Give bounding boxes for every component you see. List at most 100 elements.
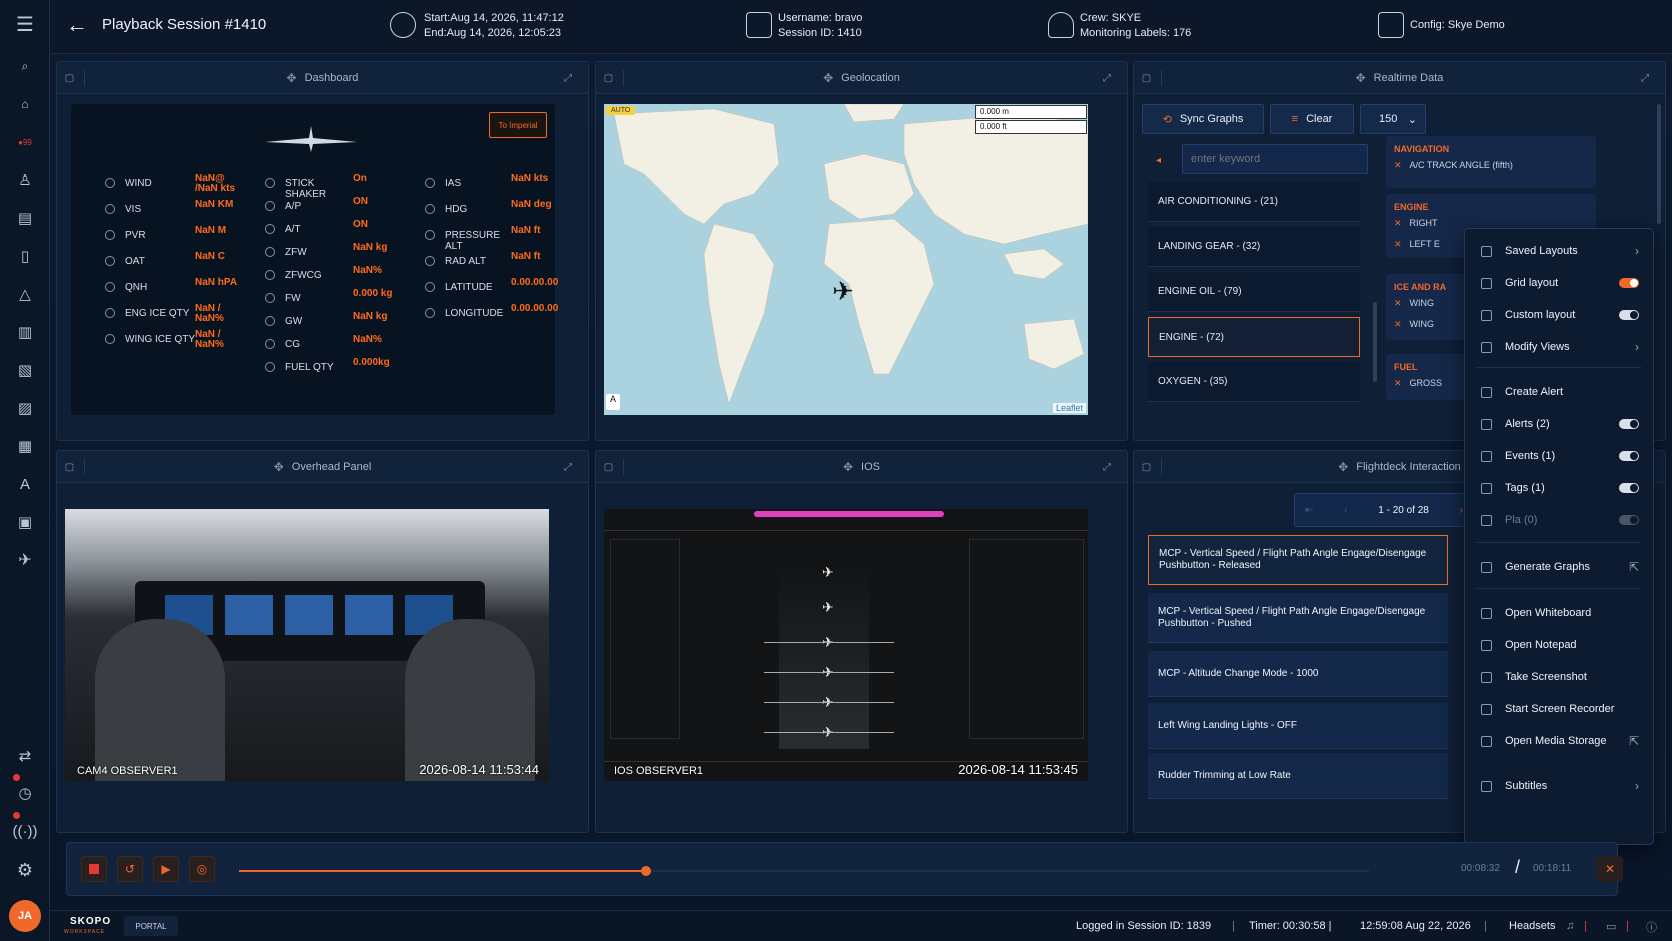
crew-icon[interactable]: ♙ <box>0 165 50 195</box>
alert-icon[interactable]: △ <box>0 279 50 309</box>
toggle-switch[interactable] <box>1619 483 1639 493</box>
rewind-button[interactable]: ↺ <box>117 856 143 882</box>
map-attribution[interactable]: Leaflet <box>1052 403 1086 413</box>
world-map[interactable]: ✈ AUTO 0.000 m 0.000 ft A Leaflet <box>604 104 1088 415</box>
category-item[interactable]: OXYGEN - (35) <box>1148 362 1360 402</box>
flightdeck-event-item[interactable]: Rudder Trimming at Low Rate <box>1148 753 1448 799</box>
remove-parameter-icon[interactable]: ✕ <box>1394 378 1402 388</box>
parameter-item[interactable]: ✕ GROSS <box>1394 378 1442 389</box>
grid-image-icon[interactable]: ▦ <box>0 431 50 461</box>
category-item[interactable]: ENGINE OIL - (79) <box>1148 272 1360 312</box>
record-button[interactable]: ◎ <box>189 856 215 882</box>
drag-handle-icon[interactable]: ✥ <box>823 71 833 85</box>
menu-item[interactable]: Create Alert <box>1465 378 1653 406</box>
report-icon[interactable]: ▥ <box>0 317 50 347</box>
menu-item[interactable]: Generate Graphs ⇱ <box>1465 553 1653 581</box>
menu-item[interactable]: Tags (1) <box>1465 474 1653 502</box>
clipboard-icon[interactable]: ▯ <box>0 241 50 271</box>
toggle-switch[interactable] <box>1619 278 1639 288</box>
to-imperial-button[interactable]: To Imperial <box>489 112 547 138</box>
panel-pin-icon[interactable]: ▢ <box>604 70 624 86</box>
flightdeck-event-item[interactable]: Left Wing Landing Lights - OFF <box>1148 703 1448 749</box>
panel-pin-icon[interactable]: ▢ <box>1142 459 1162 475</box>
menu-item[interactable]: Open Whiteboard <box>1465 599 1653 627</box>
remove-parameter-icon[interactable]: ✕ <box>1394 319 1402 329</box>
play-button[interactable]: ▶ <box>153 856 179 882</box>
panel-expand-icon[interactable]: ⤢ <box>1099 70 1115 86</box>
parameter-item[interactable]: ✕ LEFT E <box>1394 239 1440 250</box>
first-page-icon[interactable]: ⇤ <box>1305 505 1313 516</box>
text-icon[interactable]: A <box>0 469 50 499</box>
timeline-scrubber[interactable] <box>239 866 1369 876</box>
menu-item[interactable]: Start Screen Recorder <box>1465 695 1653 723</box>
parameter-item[interactable]: ✕ A/C TRACK ANGLE (fifth) <box>1394 160 1513 171</box>
clear-button[interactable]: ≡ Clear <box>1270 104 1354 134</box>
panel-expand-icon[interactable]: ⤢ <box>560 70 576 86</box>
close-player-icon[interactable]: ✕ <box>1597 856 1623 882</box>
menu-item[interactable]: Alerts (2) <box>1465 410 1653 438</box>
menu-item[interactable]: Pla (0) <box>1465 506 1653 534</box>
live-icon[interactable]: ●99 <box>0 127 50 157</box>
north-arrow-icon[interactable]: A <box>606 394 620 410</box>
keyword-search-input[interactable] <box>1182 144 1368 174</box>
ios-screen-feed[interactable]: ✈ ✈ ✈ ✈ ✈ ✈ IOS OBSERVER1 2026-08-14 11:… <box>604 509 1088 781</box>
menu-item[interactable]: Open Media Storage ⇱ <box>1465 727 1653 755</box>
dashboard-icon[interactable]: ▣ <box>0 507 50 537</box>
menu-item[interactable]: Events (1) <box>1465 442 1653 470</box>
toggle-switch[interactable] <box>1619 310 1639 320</box>
gallery-icon[interactable]: ▨ <box>0 393 50 423</box>
menu-item[interactable]: Custom layout <box>1465 301 1653 329</box>
panel-pin-icon[interactable]: ▢ <box>1142 70 1162 86</box>
parameter-item[interactable]: ✕ RIGHT <box>1394 218 1438 229</box>
playback-icon[interactable]: ◷ <box>0 778 50 808</box>
home-icon[interactable]: ⌂ <box>0 89 50 119</box>
category-item[interactable]: LANDING GEAR - (32) <box>1148 227 1360 267</box>
settings-gear-icon[interactable]: ⚙ <box>0 855 50 885</box>
stop-button[interactable] <box>81 856 107 882</box>
back-arrow-icon[interactable]: ← <box>66 12 88 38</box>
dashboard-panel-header[interactable]: ▢ ✥ Dashboard ⤢ <box>57 62 588 94</box>
flightdeck-event-item[interactable]: MCP - Altitude Change Mode - 1000 <box>1148 651 1448 697</box>
hamburger-menu-icon[interactable]: ☰ <box>0 9 50 39</box>
drag-handle-icon[interactable]: ✥ <box>1338 460 1348 474</box>
cockpit-camera-feed[interactable]: CAM4 OBSERVER1 2026-08-14 11:53:44 <box>65 509 549 781</box>
drag-handle-icon[interactable]: ✥ <box>1356 71 1366 85</box>
headset-icon[interactable]: ♫ <box>1566 920 1574 932</box>
chat-icon[interactable]: ▭ <box>1606 920 1616 933</box>
menu-item[interactable]: Saved Layouts › <box>1465 237 1653 265</box>
drag-handle-icon[interactable]: ✥ <box>274 460 284 474</box>
category-item[interactable]: ENGINE - (72) <box>1148 317 1360 357</box>
user-avatar[interactable]: JA <box>9 900 41 932</box>
parameter-item[interactable]: ✕ WING <box>1394 298 1434 309</box>
menu-item[interactable]: Take Screenshot <box>1465 663 1653 691</box>
drag-handle-icon[interactable]: ✥ <box>287 71 297 85</box>
parameters-scrollbar[interactable] <box>1657 104 1661 224</box>
next-page-icon[interactable]: › <box>1460 505 1463 516</box>
timeline-knob[interactable] <box>640 866 651 876</box>
category-item[interactable]: AIR CONDITIONING - (21) <box>1148 182 1360 222</box>
prev-page-icon[interactable]: ‹ <box>1344 505 1347 516</box>
ios-panel-header[interactable]: ▢ ✥ IOS ⤢ <box>596 451 1127 483</box>
panel-pin-icon[interactable]: ▢ <box>604 459 624 475</box>
info-icon[interactable]: ⓘ <box>1646 919 1657 935</box>
menu-item[interactable]: Modify Views › <box>1465 333 1653 361</box>
flightdeck-event-item[interactable]: MCP - Vertical Speed / Flight Path Angle… <box>1148 593 1448 643</box>
portal-button[interactable]: PORTAL <box>124 916 178 936</box>
overhead-panel-header[interactable]: ▢ ✥ Overhead Panel ⤢ <box>57 451 588 483</box>
category-scrollbar[interactable] <box>1373 302 1377 382</box>
search-icon[interactable]: ⌕ <box>0 51 50 81</box>
panel-expand-icon[interactable]: ⤢ <box>1637 70 1653 86</box>
drag-handle-icon[interactable]: ✥ <box>843 460 853 474</box>
panel-pin-icon[interactable]: ▢ <box>65 70 85 86</box>
swap-icon[interactable]: ⇄ <box>0 741 50 771</box>
flightdeck-event-item[interactable]: MCP - Vertical Speed / Flight Path Angle… <box>1148 535 1448 585</box>
airplane-icon[interactable]: ✈ <box>0 545 50 575</box>
collapse-arrow-icon[interactable]: ◂ <box>1156 155 1161 166</box>
panel-expand-icon[interactable]: ⤢ <box>560 459 576 475</box>
remove-parameter-icon[interactable]: ✕ <box>1394 218 1402 228</box>
broadcast-icon[interactable]: ((·)) <box>0 816 50 846</box>
realtime-panel-header[interactable]: ▢ ✥ Realtime Data ⤢ <box>1134 62 1665 94</box>
notes-icon[interactable]: ▧ <box>0 355 50 385</box>
geolocation-panel-header[interactable]: ▢ ✥ Geolocation ⤢ <box>596 62 1127 94</box>
parameter-item[interactable]: ✕ WING <box>1394 319 1434 330</box>
